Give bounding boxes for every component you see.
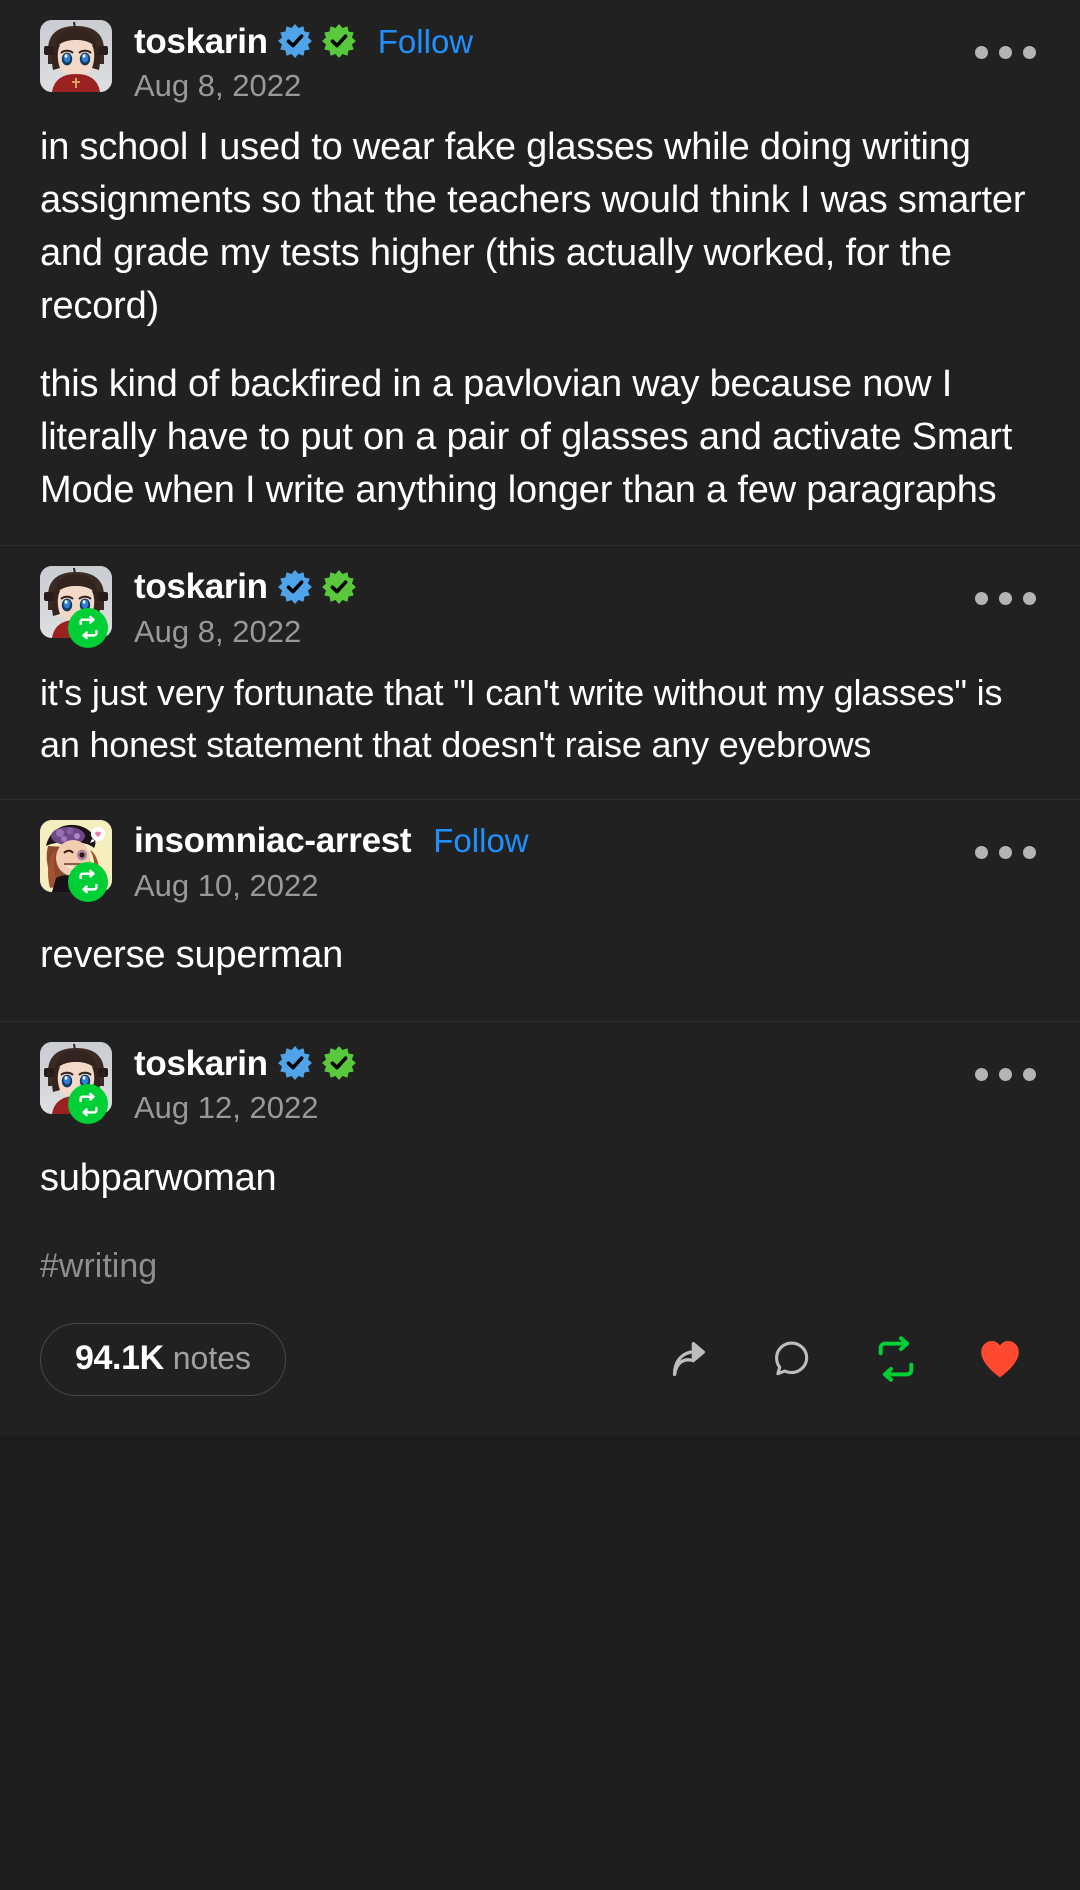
post-header: toskarin Follow Aug 8, 2022 — [0, 0, 1080, 103]
post-thread: toskarin Follow Aug 8, 2022 in school I use… — [0, 0, 1080, 1436]
post-block: insomniac-arrest Follow Aug 10, 2022 revers… — [0, 799, 1080, 1022]
post-paragraph: it's just very fortunate that "I can't w… — [40, 671, 1003, 765]
post-paragraph: this kind of backfired in a pavlovian wa… — [40, 363, 1013, 511]
verified-blue-icon — [277, 569, 312, 604]
post-timestamp: Aug 10, 2022 — [134, 867, 319, 903]
post-header: toskarin Aug 12, 2022 — [0, 1022, 1080, 1125]
post-author-row: insomniac-arrest Follow — [134, 818, 529, 864]
follow-button[interactable]: Follow — [433, 824, 528, 857]
post-block: toskarin Aug 8, 2022 it's just very fortun… — [0, 545, 1080, 799]
post-header-text: toskarin Follow Aug 8, 2022 — [134, 18, 473, 103]
post-author-name[interactable]: insomniac-arrest — [134, 823, 412, 858]
post-block: toskarin Aug 12, 2022 subparwoman #writing 9… — [0, 1022, 1080, 1436]
post-author-row: toskarin Follow — [134, 18, 473, 64]
notes-label: notes — [172, 1339, 252, 1376]
more-options-icon[interactable] — [975, 46, 1036, 59]
post-footer: 94.1K notes — [0, 1299, 1080, 1436]
tag-item[interactable]: #writing — [40, 1244, 1040, 1288]
like-icon[interactable] — [976, 1335, 1024, 1383]
post-paragraph: in school I used to wear fake glasses wh… — [40, 126, 1026, 327]
verified-blue-icon — [277, 1046, 312, 1081]
post-timestamp: Aug 8, 2022 — [134, 613, 302, 649]
post-timestamp: Aug 8, 2022 — [134, 68, 302, 103]
more-options-icon[interactable] — [975, 591, 1036, 605]
verified-green-icon — [321, 24, 356, 58]
post-header-text: insomniac-arrest Follow Aug 10, 2022 — [134, 818, 529, 903]
verified-green-icon — [321, 1046, 356, 1081]
reblog-badge-icon — [68, 1084, 108, 1125]
post-timestamp: Aug 12, 2022 — [134, 1090, 319, 1126]
reply-icon[interactable] — [768, 1335, 816, 1383]
post-author-row: toskarin — [134, 1040, 356, 1086]
post-tags: #writing — [0, 1244, 1080, 1298]
more-options-icon[interactable] — [975, 1068, 1036, 1082]
avatar[interactable] — [40, 1042, 112, 1125]
post-author-name[interactable]: toskarin — [134, 569, 268, 604]
more-options-icon[interactable] — [975, 845, 1036, 859]
notes-count: 94.1K — [75, 1338, 164, 1377]
post-body: reverse superman — [0, 903, 1080, 1022]
post-header-text: toskarin Aug 12, 2022 — [134, 1040, 356, 1125]
post-paragraph: reverse superman — [40, 933, 344, 976]
post-body: in school I used to wear fake glasses wh… — [0, 103, 1080, 545]
post-paragraph: subparwoman — [40, 1156, 277, 1199]
post-author-name[interactable]: toskarin — [134, 24, 268, 59]
notes-button[interactable]: 94.1K notes — [40, 1322, 287, 1396]
reblog-badge-icon — [68, 861, 108, 902]
avatar[interactable] — [40, 20, 112, 92]
post-author-name[interactable]: toskarin — [134, 1046, 268, 1081]
post-header: toskarin Aug 8, 2022 — [0, 546, 1080, 649]
reblog-icon[interactable] — [872, 1335, 920, 1383]
post-block: toskarin Follow Aug 8, 2022 in school I use… — [0, 0, 1080, 545]
avatar[interactable] — [40, 565, 112, 648]
avatar-image[interactable] — [40, 20, 112, 92]
post-actions — [664, 1335, 1040, 1383]
post-body: subparwoman — [0, 1126, 1080, 1245]
post-author-row: toskarin — [134, 564, 356, 610]
verified-green-icon — [321, 569, 356, 604]
post-header-text: toskarin Aug 8, 2022 — [134, 564, 356, 649]
post-body: it's just very fortunate that "I can't w… — [0, 649, 1080, 799]
avatar[interactable] — [40, 819, 112, 902]
verified-blue-icon — [277, 24, 312, 58]
follow-button[interactable]: Follow — [378, 25, 473, 58]
reblog-badge-icon — [68, 607, 108, 648]
post-header: insomniac-arrest Follow Aug 10, 2022 — [0, 800, 1080, 903]
share-icon[interactable] — [664, 1335, 712, 1383]
